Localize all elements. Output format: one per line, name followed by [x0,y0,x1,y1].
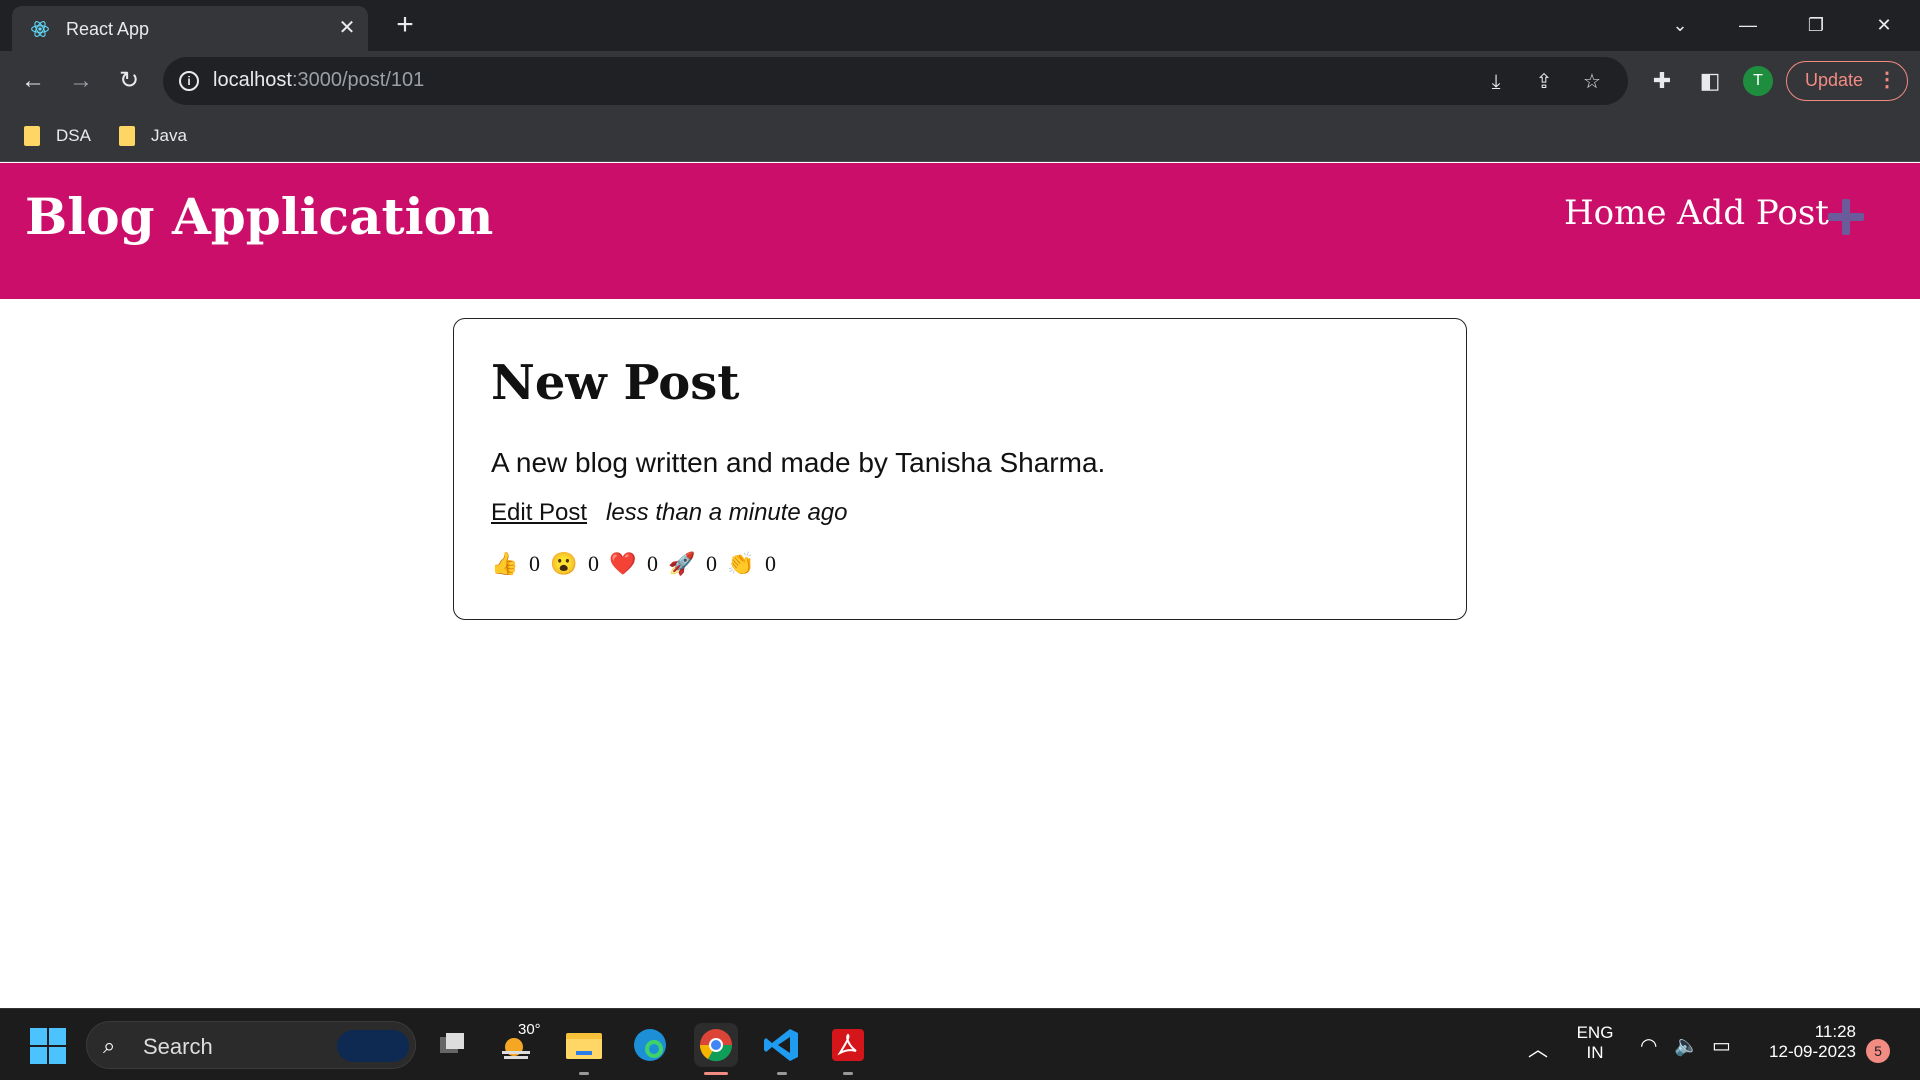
clock-date: 12-09-2023 [1769,1042,1856,1061]
post-card: New Post A new blog written and made by … [453,318,1467,620]
url-path: :3000/post/101 [291,69,425,91]
url-text[interactable]: localhost:3000/post/101 [213,69,424,92]
reaction-count: 0 [706,551,717,576]
region-code: IN [1586,1043,1604,1062]
react-favicon-icon [31,21,49,37]
bookmark-label: DSA [56,126,91,145]
chevron-up-icon[interactable]: ︿ [1528,1033,1548,1062]
reaction-thumbs-up-button[interactable]: 👍 0 [491,551,540,577]
reaction-wow-button[interactable]: 😮 0 [550,551,599,577]
close-tab-icon[interactable]: ✕ [334,15,360,41]
tab-title: React App [66,19,150,39]
page-viewport: Blog Application Home Add Post New Post … [0,163,1920,1008]
bookmarks-bar: DSA Java [0,111,1920,162]
vscode-icon[interactable] [760,1023,804,1075]
folder-icon [24,126,40,146]
taskbar: ⌕ Search 30° ︿ ENG IN ◠ 🔈 ▭ 11:28 12-09-… [0,1008,1920,1080]
reaction-buttons: 👍 0 😮 0 ❤️ 0 🚀 0 👏 0 [491,551,776,577]
site-info-icon[interactable]: i [179,71,199,91]
side-panel-icon[interactable]: ◧ [1693,64,1727,98]
share-icon[interactable]: ⇪ [1531,69,1557,95]
bookmark-star-icon[interactable]: ☆ [1579,69,1605,95]
more-menu-icon[interactable]: ⋮ [1877,62,1897,99]
active-indicator [704,1072,728,1075]
edit-post-link[interactable]: Edit Post [491,499,587,527]
new-tab-button[interactable]: + [390,10,420,41]
reload-icon[interactable]: ↻ [112,64,146,98]
taskbar-search[interactable]: ⌕ Search [86,1021,416,1069]
battery-icon[interactable]: ▭ [1712,1033,1731,1058]
reaction-heart-button[interactable]: ❤️ 0 [609,551,658,577]
clock-time: 11:28 [1814,1022,1856,1041]
restore-button[interactable]: ❐ [1796,10,1836,40]
weather-temperature: 30° [518,1021,541,1038]
running-indicator [579,1072,589,1075]
thumbs-up-icon: 👍 [491,551,519,576]
running-indicator [843,1072,853,1075]
post-body: A new blog written and made by Tanisha S… [491,447,1106,478]
folder-icon [119,126,135,146]
address-bar[interactable]: i localhost:3000/post/101 ⤓ ⇪ ☆ [163,57,1628,105]
update-button[interactable]: Update ⋮ [1786,61,1908,101]
heart-icon: ❤️ [609,551,637,576]
reaction-count: 0 [529,551,540,576]
tab-search-chevron-icon[interactable]: ⌄ [1660,10,1700,40]
post-timestamp: less than a minute ago [606,499,848,526]
nav-add-post-link[interactable]: Add Post [1677,193,1829,233]
reaction-clap-button[interactable]: 👏 0 [727,551,776,577]
forward-arrow-icon[interactable]: → [64,64,98,98]
browser-tab[interactable]: React App ✕ [12,6,368,51]
post-title: New Post [491,355,740,411]
update-label: Update [1805,70,1864,90]
extensions-puzzle-icon[interactable]: ✚ [1645,64,1679,98]
language-indicator[interactable]: ENG IN [1574,1023,1616,1063]
wifi-icon[interactable]: ◠ [1640,1033,1657,1058]
search-icon: ⌕ [103,1033,116,1058]
chrome-browser-icon[interactable] [694,1023,738,1075]
install-app-icon[interactable]: ⤓ [1483,69,1509,95]
app-header: Blog Application Home Add Post [0,163,1920,299]
volume-icon[interactable]: 🔈 [1674,1033,1699,1058]
back-arrow-icon[interactable]: ← [16,64,50,98]
language-code: ENG [1576,1023,1614,1042]
clock[interactable]: 11:28 12-09-2023 [1756,1022,1856,1062]
wow-face-icon: 😮 [550,551,578,576]
search-highlight-badge [337,1030,409,1062]
file-explorer-icon[interactable] [562,1023,606,1075]
running-indicator [777,1072,787,1075]
reaction-count: 0 [647,551,658,576]
acrobat-reader-icon[interactable] [826,1023,870,1075]
reaction-count: 0 [588,551,599,576]
reaction-rocket-button[interactable]: 🚀 0 [668,551,717,577]
tab-strip: React App ✕ + ⌄ — ❐ ✕ [0,0,1920,51]
nav-home-link[interactable]: Home [1564,193,1666,233]
browser-toolbar: ← → ↻ i localhost:3000/post/101 ⤓ ⇪ ☆ ✚ … [0,51,1920,111]
profile-avatar[interactable]: T [1743,66,1773,96]
plus-icon[interactable] [1826,197,1866,237]
minimize-button[interactable]: — [1728,10,1768,40]
url-host: localhost [213,69,292,91]
rocket-icon: 🚀 [668,551,696,576]
clap-icon: 👏 [727,551,755,576]
reaction-count: 0 [765,551,776,576]
windows-start-icon[interactable] [30,1028,66,1064]
edge-browser-icon[interactable] [628,1023,672,1067]
app-brand[interactable]: Blog Application [25,187,493,246]
notification-badge[interactable]: 5 [1866,1039,1890,1063]
close-window-button[interactable]: ✕ [1864,10,1904,40]
search-placeholder: Search [143,1034,213,1059]
task-view-icon[interactable] [430,1023,474,1067]
bookmark-label: Java [151,126,187,145]
